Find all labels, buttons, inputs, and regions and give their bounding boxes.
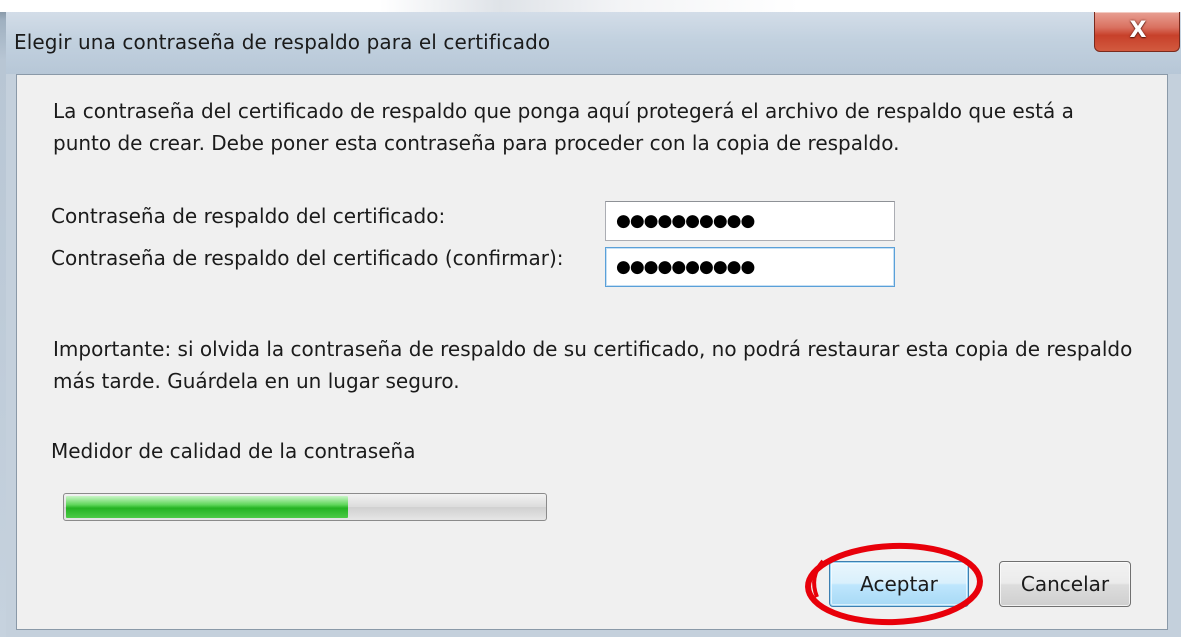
meter-label: Medidor de calidad de la contraseña bbox=[51, 439, 416, 463]
title-bar[interactable]: Elegir una contraseña de respaldo para e… bbox=[6, 12, 1181, 74]
password-value: ●●●●●●●●●● bbox=[616, 211, 755, 231]
password-field[interactable]: ●●●●●●●●●● bbox=[605, 201, 895, 241]
close-icon: X bbox=[1129, 18, 1147, 43]
dialog-window: Elegir una contraseña de respaldo para e… bbox=[0, 0, 1181, 637]
warning-text: Importante: si olvida la contraseña de r… bbox=[53, 337, 1133, 393]
confirm-password-field[interactable]: ●●●●●●●●●● bbox=[605, 247, 895, 287]
window-title: Elegir una contraseña de respaldo para e… bbox=[14, 30, 551, 54]
window-top-edge bbox=[0, 0, 1181, 12]
close-button[interactable]: X bbox=[1094, 12, 1180, 52]
description-text: La contraseña del certificado de respald… bbox=[53, 99, 1074, 155]
dialog-content: La contraseña del certificado de respald… bbox=[16, 74, 1168, 630]
accept-button[interactable]: Aceptar bbox=[829, 561, 969, 607]
cancel-button[interactable]: Cancelar bbox=[999, 561, 1131, 607]
confirm-password-value: ●●●●●●●●●● bbox=[616, 257, 755, 277]
password-quality-meter bbox=[63, 493, 547, 521]
password-quality-fill bbox=[66, 496, 348, 518]
confirm-password-label: Contraseña de respaldo del certificado (… bbox=[51, 246, 564, 270]
password-label: Contraseña de respaldo del certificado: bbox=[51, 204, 446, 228]
